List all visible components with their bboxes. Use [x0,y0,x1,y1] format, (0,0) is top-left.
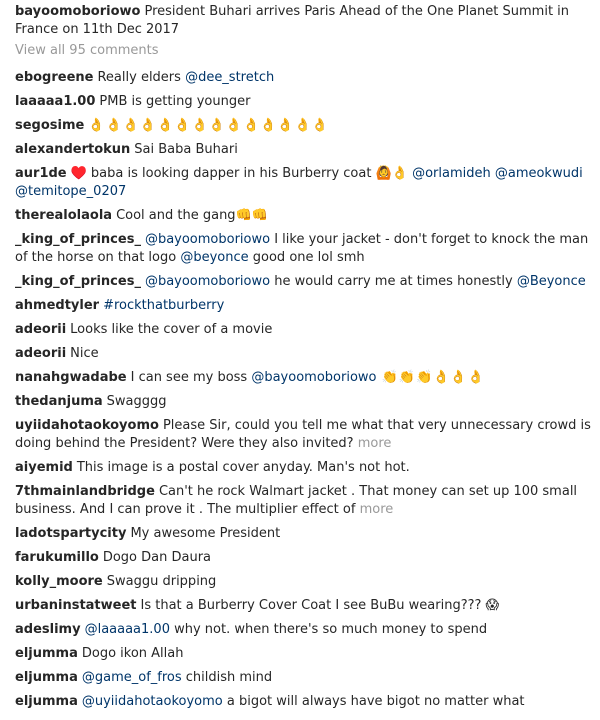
comment-text: Looks like the cover of a movie [70,322,273,337]
view-all-comments-link[interactable]: View all 95 comments [15,42,159,60]
comment-mention[interactable]: @bayoomoboriowo [145,274,270,289]
comment-username[interactable]: segosime [15,118,84,133]
comment-username[interactable]: alexandertokun [15,142,130,157]
comment: _king_of_princes_ @bayoomoboriowo I like … [15,231,595,267]
comment-text: This image is a postal cover anyday. Man… [76,460,410,475]
comment-username[interactable]: eljumma [15,694,78,709]
comment-text: ♥️ baba is looking dapper in his Burberr… [70,166,413,181]
comment-username[interactable]: eljumma [15,646,78,661]
comment: uyiidahotaokoyomo Please Sir, could you t… [15,417,595,453]
comment-text: Really elders [97,70,186,85]
comment-text: Sai Baba Buhari [134,142,238,157]
comment-username[interactable]: aiyemid [15,460,73,475]
comment: ahmedtyler #rockthatburberry [15,297,595,315]
comment: eljumma Dogo ikon Allah [15,645,595,663]
more-link[interactable]: more [358,436,392,451]
comment-text: 👌👌👌👌👌👌👌👌👌👌👌👌👌👌 [88,118,329,133]
caption: bayoomoboriowo President Buhari arrives P… [15,3,595,39]
caption-username[interactable]: bayoomoboriowo [15,4,140,19]
comment: therealolaola Cool and the gang👊👊 [15,207,595,225]
comment: segosime 👌👌👌👌👌👌👌👌👌👌👌👌👌👌 [15,117,595,135]
comment-username[interactable]: ladotspartycity [15,526,126,541]
comment-username[interactable]: thedanjuma [15,394,103,409]
comment-username[interactable]: eljumma [15,670,78,685]
comment-username[interactable]: 7thmainlandbridge [15,484,155,499]
comment-username[interactable]: aur1de [15,166,67,181]
comment-text: My awesome President [130,526,281,541]
comment-username[interactable]: ahmedtyler [15,298,99,313]
comment-text: Swaggu dripping [106,574,217,589]
comment-text: he would carry me at times honestly [270,274,517,289]
comment-mention[interactable]: @game_of_fros [82,670,182,685]
comment-username[interactable]: urbaninstatweet [15,598,137,613]
comment-text: good one lol smh [248,250,365,265]
comment-text: Dogo Dan Daura [102,550,212,565]
comment-mention[interactable]: @laaaaa1.00 [85,622,170,637]
comment-username[interactable]: nanahgwadabe [15,370,127,385]
comment-text: Swagggg [106,394,167,409]
comment-username[interactable]: laaaaa1.00 [15,94,95,109]
comment: farukumillo Dogo Dan Daura [15,549,595,567]
comment-mention[interactable]: @bayoomoboriowo [145,232,270,247]
comment-username[interactable]: adeslimy [15,622,81,637]
comment: laaaaa1.00 PMB is getting younger [15,93,595,111]
comment-text: why not. when there's so much money to s… [169,622,488,637]
comment-username[interactable]: kolly_moore [15,574,103,589]
comment-username[interactable]: uyiidahotaokoyomo [15,418,159,433]
comment-text: 👏👏👏👌👌👌 [376,370,485,385]
comment: adeorii Looks like the cover of a movie [15,321,595,339]
comment: urbaninstatweet Is that a Burberry Cover … [15,597,595,615]
comment-mention[interactable]: @Beyonce [517,274,586,289]
comment-username[interactable]: ebogreene [15,70,93,85]
comment: _king_of_princes_ @bayoomoboriowo he woul… [15,273,595,291]
comment: ebogreene Really elders @dee_stretch [15,69,595,87]
comments-panel: bayoomoboriowo President Buhari arrives P… [0,0,600,720]
comment-text: Is that a Burberry Cover Coat I see BuBu… [140,598,500,613]
comment: 7thmainlandbridge Can't he rock Walmart j… [15,483,595,519]
comment: alexandertokun Sai Baba Buhari [15,141,595,159]
comment: eljumma @game_of_fros childish mind [15,669,595,687]
comment-text: Nice [70,346,99,361]
comment-username[interactable]: adeorii [15,346,66,361]
comment-username[interactable]: farukumillo [15,550,99,565]
comment-mention[interactable]: @bayoomoboriowo [251,370,376,385]
comment: aiyemid This image is a postal cover anyd… [15,459,595,477]
comment-username[interactable]: _king_of_princes_ [15,232,141,247]
comment-username[interactable]: _king_of_princes_ [15,274,141,289]
more-link[interactable]: more [360,502,394,517]
comment: kolly_moore Swaggu dripping [15,573,595,591]
comment-text: I can see my boss [130,370,252,385]
comment-username[interactable]: therealolaola [15,208,112,223]
comment-mention[interactable]: @dee_stretch [185,70,274,85]
comment-text: Dogo ikon Allah [81,646,184,661]
comment: aur1de ♥️ baba is looking dapper in his B… [15,165,595,201]
comment-mention[interactable]: @uyiidahotaokoyomo [82,694,223,709]
comment-text: Cool and the gang👊👊 [116,208,268,223]
comment: ladotspartycity My awesome President [15,525,595,543]
comment-text: a bigot will always have bigot no matter… [222,694,525,709]
comment: nanahgwadabe I can see my boss @bayoomobo… [15,369,595,387]
comment-username[interactable]: adeorii [15,322,66,337]
comment-hashtag[interactable]: #rockthatburberry [103,298,224,313]
comment: adeorii Nice [15,345,595,363]
comment-text: childish mind [181,670,273,685]
comment: thedanjuma Swagggg [15,393,595,411]
comment-text: PMB is getting younger [99,94,251,109]
comment-mention[interactable]: @beyonce [180,250,248,265]
comment: adeslimy @laaaaa1.00 why not. when there'… [15,621,595,639]
bottom-clip [0,708,600,720]
